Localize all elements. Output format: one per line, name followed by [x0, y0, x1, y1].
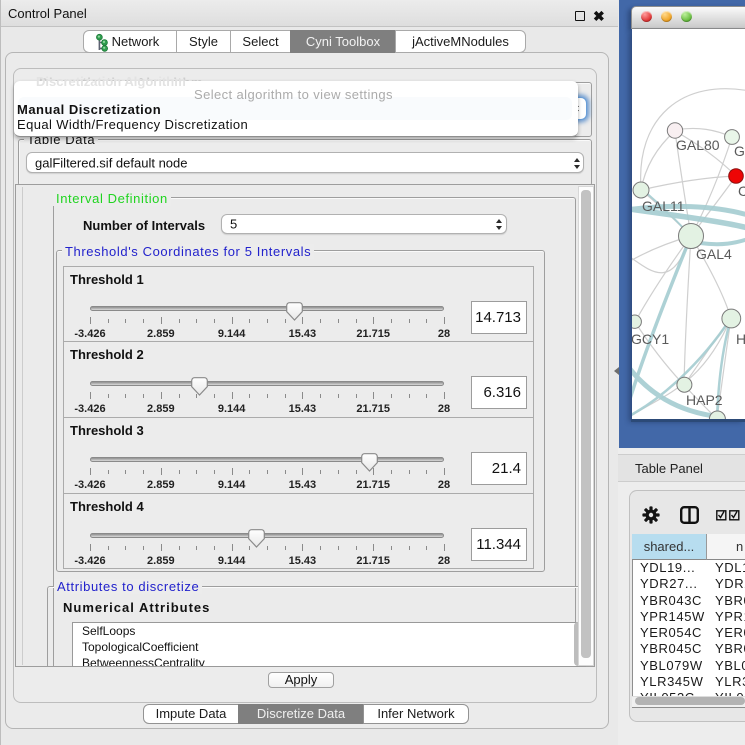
svg-text:GAL80: GAL80: [676, 137, 720, 153]
svg-text:HAP2: HAP2: [686, 392, 723, 408]
svg-text:C: C: [738, 183, 745, 199]
svg-text:G.: G.: [734, 143, 745, 159]
svg-text:GAL4: GAL4: [696, 246, 732, 262]
svg-text:GAL11: GAL11: [642, 198, 685, 214]
svg-text:H: H: [736, 331, 745, 347]
svg-text:GCY1: GCY1: [632, 331, 669, 347]
